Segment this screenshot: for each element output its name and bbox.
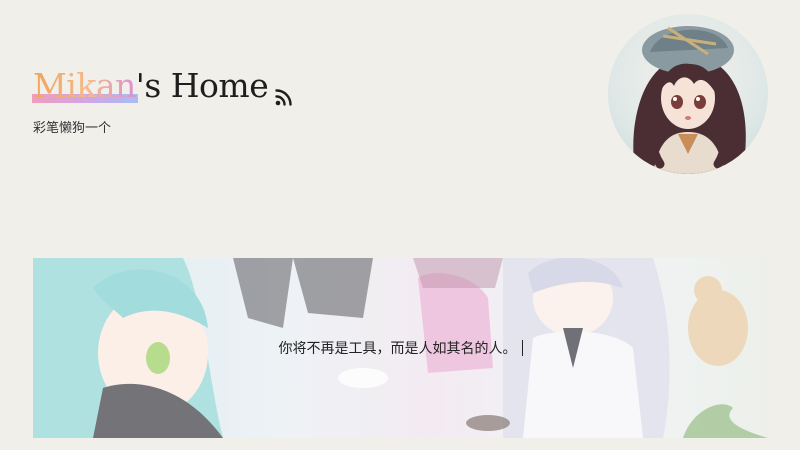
title-accent: Mikan xyxy=(32,66,138,105)
hero-banner: 你将不再是工具，而是人如其名的人。 xyxy=(33,258,768,438)
site-subtitle: 彩笔懒狗一个 xyxy=(33,121,112,136)
typing-cursor xyxy=(521,340,523,356)
banner-quote-text: 你将不再是工具，而是人如其名的人。 xyxy=(278,341,517,357)
site-title[interactable]: Mikan 's Home xyxy=(32,66,294,106)
rss-icon[interactable] xyxy=(274,76,294,106)
title-rest: 's Home xyxy=(135,66,269,105)
avatar xyxy=(608,14,768,174)
banner-quote: 你将不再是工具，而是人如其名的人。 xyxy=(33,338,768,358)
